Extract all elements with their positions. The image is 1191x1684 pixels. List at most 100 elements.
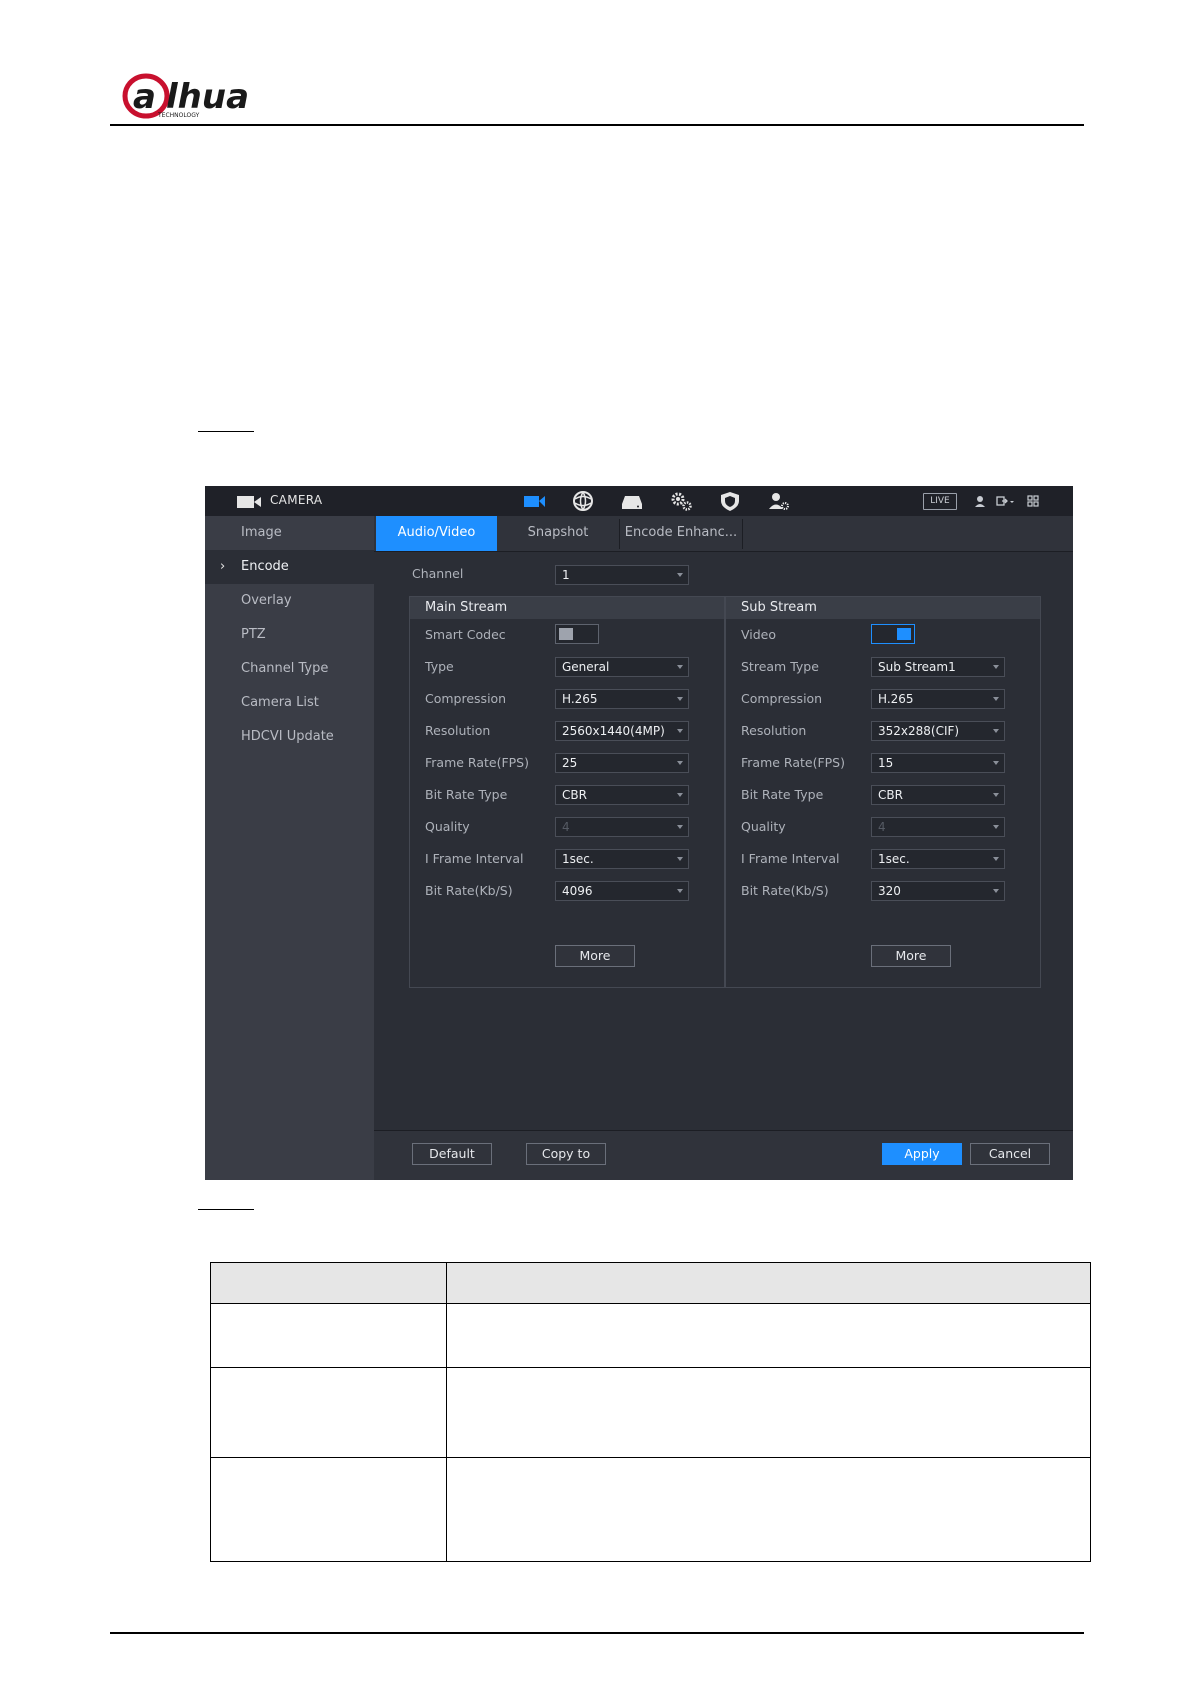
channel-select[interactable]: 1 bbox=[555, 565, 689, 585]
sidebar-item-hdcvi-update[interactable]: HDCVI Update bbox=[205, 720, 374, 754]
tab-snapshot[interactable]: Snapshot bbox=[497, 516, 619, 551]
network-icon[interactable] bbox=[571, 490, 595, 512]
header-rule bbox=[110, 124, 1084, 126]
frame-rate-label: Frame Rate(FPS) bbox=[425, 755, 529, 770]
encode-settings-window: CAMERA LIVE Image › Encode Overlay PTZ C… bbox=[205, 486, 1073, 1180]
bit-rate-type-label: Bit Rate Type bbox=[425, 787, 508, 802]
tab-encode-enhance[interactable]: Encode Enhanc... bbox=[620, 516, 742, 551]
tab-audio-video[interactable]: Audio/Video bbox=[376, 516, 497, 551]
quality-label: Quality bbox=[425, 819, 470, 834]
svg-text:a: a bbox=[133, 77, 156, 117]
quality-select: 4 bbox=[555, 817, 689, 837]
dropdown-arrow-icon bbox=[993, 793, 999, 797]
sub-compression-label: Compression bbox=[741, 691, 823, 706]
stream-type-select[interactable]: Sub Stream1 bbox=[871, 657, 1005, 677]
sub-bit-rate-type-select[interactable]: CBR bbox=[871, 785, 1005, 805]
sub-bit-rate-label: Bit Rate(Kb/S) bbox=[741, 883, 829, 898]
table-cell bbox=[446, 1367, 1091, 1458]
smart-codec-toggle[interactable] bbox=[555, 624, 599, 644]
i-frame-interval-label: I Frame Interval bbox=[425, 851, 524, 866]
account-icon[interactable] bbox=[767, 490, 791, 512]
logout-menu-icon[interactable] bbox=[995, 493, 1017, 509]
table-cell bbox=[446, 1303, 1091, 1368]
bit-rate-type-select[interactable]: CBR bbox=[555, 785, 689, 805]
dropdown-arrow-icon bbox=[677, 697, 683, 701]
svg-text:lhua: lhua bbox=[166, 77, 249, 117]
sidebar-item-channel-type[interactable]: Channel Type bbox=[205, 652, 374, 686]
table-cell bbox=[210, 1367, 447, 1458]
user-icon[interactable] bbox=[972, 493, 988, 509]
dahua-logo: a lhua TECHNOLOGY bbox=[122, 72, 262, 122]
dropdown-arrow-icon bbox=[677, 761, 683, 765]
camera-icon[interactable] bbox=[522, 490, 546, 512]
bit-rate-select[interactable]: 4096 bbox=[555, 881, 689, 901]
copy-to-button[interactable]: Copy to bbox=[526, 1143, 606, 1165]
security-icon[interactable] bbox=[718, 490, 742, 512]
sidebar-item-ptz[interactable]: PTZ bbox=[205, 618, 374, 652]
table-cell bbox=[210, 1457, 447, 1562]
resolution-label: Resolution bbox=[425, 723, 491, 738]
dropdown-arrow-icon bbox=[677, 793, 683, 797]
dropdown-arrow-icon bbox=[677, 889, 683, 893]
sub-frame-rate-label: Frame Rate(FPS) bbox=[741, 755, 845, 770]
sub-bit-rate-type-label: Bit Rate Type bbox=[741, 787, 824, 802]
i-frame-interval-select[interactable]: 1sec. bbox=[555, 849, 689, 869]
cancel-button[interactable]: Cancel bbox=[970, 1143, 1050, 1165]
grid-layout-icon[interactable] bbox=[1025, 493, 1041, 509]
video-toggle[interactable] bbox=[871, 624, 915, 644]
dropdown-arrow-icon bbox=[677, 665, 683, 669]
default-button[interactable]: Default bbox=[412, 1143, 492, 1165]
dropdown-arrow-icon bbox=[677, 857, 683, 861]
sub-frame-rate-select[interactable]: 15 bbox=[871, 753, 1005, 773]
channel-label: Channel bbox=[412, 566, 464, 581]
main-more-button[interactable]: More bbox=[555, 945, 635, 967]
dropdown-arrow-icon bbox=[993, 889, 999, 893]
resolution-select[interactable]: 2560x1440(4MP) bbox=[555, 721, 689, 741]
compression-select[interactable]: H.265 bbox=[555, 689, 689, 709]
type-select[interactable]: General bbox=[555, 657, 689, 677]
step-marker-line bbox=[198, 1209, 254, 1210]
table-header-row bbox=[210, 1262, 1091, 1304]
sub-compression-select[interactable]: H.265 bbox=[871, 689, 1005, 709]
sub-i-frame-interval-select[interactable]: 1sec. bbox=[871, 849, 1005, 869]
sub-stream-title: Sub Stream bbox=[726, 597, 1040, 619]
sub-more-button[interactable]: More bbox=[871, 945, 951, 967]
table-row bbox=[210, 1457, 1091, 1562]
sidebar-item-camera-list[interactable]: Camera List bbox=[205, 686, 374, 720]
sub-stream-panel: Sub Stream Video Stream Type Sub Stream1… bbox=[725, 596, 1041, 988]
encode-content: Channel 1 Main Stream Smart Codec Type G… bbox=[374, 552, 1073, 1130]
window-title: CAMERA bbox=[270, 493, 323, 507]
dropdown-arrow-icon bbox=[993, 665, 999, 669]
dropdown-arrow-icon bbox=[993, 697, 999, 701]
dropdown-arrow-icon bbox=[993, 761, 999, 765]
sub-i-frame-interval-label: I Frame Interval bbox=[741, 851, 840, 866]
apply-button[interactable]: Apply bbox=[882, 1143, 962, 1165]
dropdown-arrow-icon bbox=[677, 573, 683, 577]
dropdown-arrow-icon bbox=[677, 729, 683, 733]
table-cell bbox=[210, 1303, 447, 1368]
sub-resolution-select[interactable]: 352x288(CIF) bbox=[871, 721, 1005, 741]
table-row bbox=[210, 1367, 1091, 1458]
step-marker-line bbox=[198, 431, 254, 432]
sidebar-item-image[interactable]: Image bbox=[205, 516, 374, 550]
tab-divider bbox=[742, 519, 743, 549]
table-header-cell bbox=[210, 1262, 447, 1304]
table-cell bbox=[446, 1457, 1091, 1562]
video-label: Video bbox=[741, 627, 777, 642]
sub-resolution-label: Resolution bbox=[741, 723, 807, 738]
storage-icon[interactable] bbox=[620, 490, 644, 512]
sidebar-item-overlay[interactable]: Overlay bbox=[205, 584, 374, 618]
sub-bit-rate-select[interactable]: 320 bbox=[871, 881, 1005, 901]
bottom-bar: Default Copy to Apply Cancel bbox=[374, 1130, 1073, 1180]
table-row bbox=[210, 1303, 1091, 1368]
dropdown-arrow-icon bbox=[993, 729, 999, 733]
frame-rate-select[interactable]: 25 bbox=[555, 753, 689, 773]
camera-title-icon bbox=[237, 494, 261, 508]
settings-sidebar: Image › Encode Overlay PTZ Channel Type C… bbox=[205, 516, 374, 1180]
system-icon[interactable] bbox=[669, 490, 693, 512]
type-label: Type bbox=[425, 659, 454, 674]
sidebar-item-encode[interactable]: › Encode bbox=[205, 550, 374, 584]
live-badge[interactable]: LIVE bbox=[923, 493, 957, 510]
dahua-logo-mark: a lhua TECHNOLOGY bbox=[122, 73, 249, 119]
tab-bar: Audio/Video Snapshot Encode Enhanc... bbox=[374, 516, 1073, 552]
